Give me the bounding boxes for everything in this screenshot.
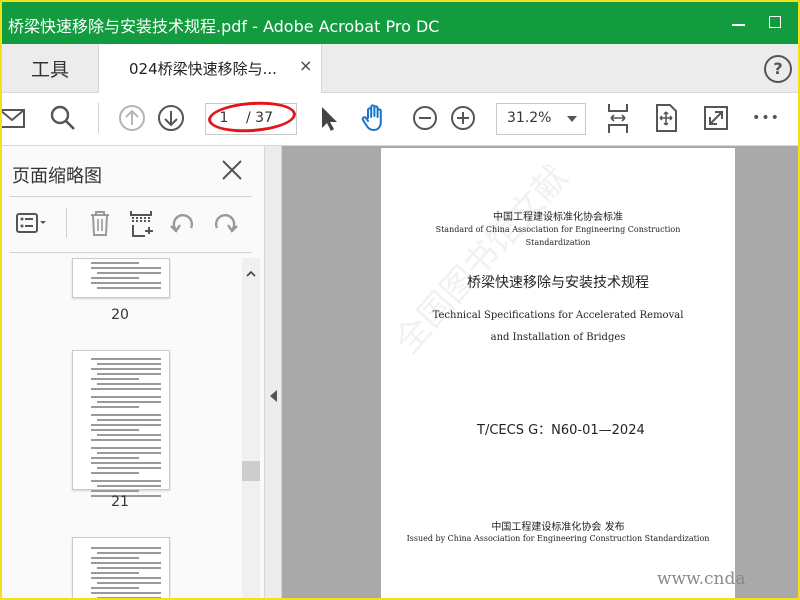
select-arrow-icon[interactable] — [312, 101, 346, 135]
mail-icon[interactable] — [2, 101, 30, 135]
zoom-out-icon[interactable] — [408, 101, 442, 135]
doc-title-en-1: Technical Specifications for Accelerated… — [432, 310, 684, 321]
thumbnail-page[interactable] — [72, 537, 170, 598]
doc-publisher-cn: 中国工程建设标准化协会 发布 — [491, 522, 625, 533]
toolbar-separator — [98, 103, 99, 133]
panel-separator — [66, 208, 67, 238]
title-bar: 桥梁快速移除与安装技术规程.pdf - Adobe Acrobat Pro DC — [2, 2, 798, 44]
full-screen-icon[interactable] — [699, 101, 733, 135]
fit-width-icon[interactable] — [601, 101, 635, 135]
page-thumbnails-panel: 页面缩略图 20 21 — [2, 146, 265, 598]
close-icon[interactable] — [220, 158, 244, 182]
minimize-button[interactable] — [728, 11, 750, 33]
window-title: 桥梁快速移除与安装技术规程.pdf - Adobe Acrobat Pro DC — [8, 17, 440, 36]
delete-page-icon[interactable] — [83, 206, 117, 240]
doc-line-association-en: Standard of China Association for Engine… — [435, 225, 681, 234]
panel-divider — [10, 252, 252, 253]
thumbnail-options-icon[interactable] — [14, 206, 48, 240]
doc-line-standardization: Standardization — [525, 238, 591, 247]
thumbnail-page[interactable] — [72, 258, 170, 298]
page-up-icon[interactable] — [115, 101, 149, 135]
insert-page-icon[interactable] — [125, 206, 159, 240]
maximize-button[interactable] — [764, 11, 786, 33]
doc-publisher-en: Issued by China Association for Engineer… — [406, 534, 710, 543]
thumbnail-list: 20 21 22 — [2, 258, 240, 598]
zoom-in-icon[interactable] — [446, 101, 480, 135]
thumbnail-page[interactable] — [72, 350, 170, 497]
doc-title-cn: 桥梁快速移除与安装技术规程 — [467, 275, 649, 291]
pdf-page: 全国图书馆文献 中国工程建设标准化协会标准 Standard of China … — [381, 148, 735, 598]
app-window: 桥梁快速移除与安装技术规程.pdf - Adobe Acrobat Pro DC… — [0, 0, 800, 600]
rotate-left-icon[interactable] — [166, 206, 200, 240]
scroll-up-icon[interactable] — [246, 264, 256, 277]
more-icon[interactable]: ••• — [749, 101, 783, 135]
site-watermark: www.cnda — [657, 569, 746, 589]
toolbar: / 37 31.2% ••• — [2, 93, 798, 146]
tab-bar: 工具 024桥梁快速移除与... × ? — [2, 44, 798, 93]
panel-divider — [10, 196, 252, 197]
doc-title-en-2: and Installation of Bridges — [490, 332, 626, 343]
page-down-icon[interactable] — [154, 101, 188, 135]
chevron-down-icon — [567, 116, 577, 122]
thumbnail-page-number: 21 — [111, 494, 129, 510]
tab-close-icon[interactable]: × — [299, 56, 312, 75]
scroll-mode-icon[interactable] — [649, 101, 683, 135]
doc-line-association: 中国工程建设标准化协会标准 — [493, 212, 623, 223]
tab-tools[interactable]: 工具 — [2, 44, 99, 92]
doc-standard-code: T/CECS G：N60-01—2024 — [477, 423, 645, 438]
rotate-right-icon[interactable] — [208, 206, 242, 240]
help-icon[interactable]: ? — [764, 55, 792, 83]
zoom-value: 31.2% — [507, 110, 552, 126]
tab-document[interactable]: 024桥梁快速移除与... × — [99, 44, 322, 93]
hand-tool-icon[interactable] — [358, 101, 392, 135]
collapse-panel-handle[interactable] — [265, 146, 282, 598]
document-view[interactable]: 全国图书馆文献 中国工程建设标准化协会标准 Standard of China … — [265, 146, 798, 598]
panel-title: 页面缩略图 — [12, 166, 102, 187]
scrollbar-thumb[interactable] — [242, 461, 260, 481]
tab-document-label: 024桥梁快速移除与... — [129, 60, 277, 78]
thumbnail-scrollbar[interactable] — [242, 258, 260, 598]
zoom-select[interactable]: 31.2% — [496, 103, 586, 135]
search-icon[interactable] — [46, 101, 80, 135]
thumbnail-page-number: 20 — [111, 307, 129, 323]
